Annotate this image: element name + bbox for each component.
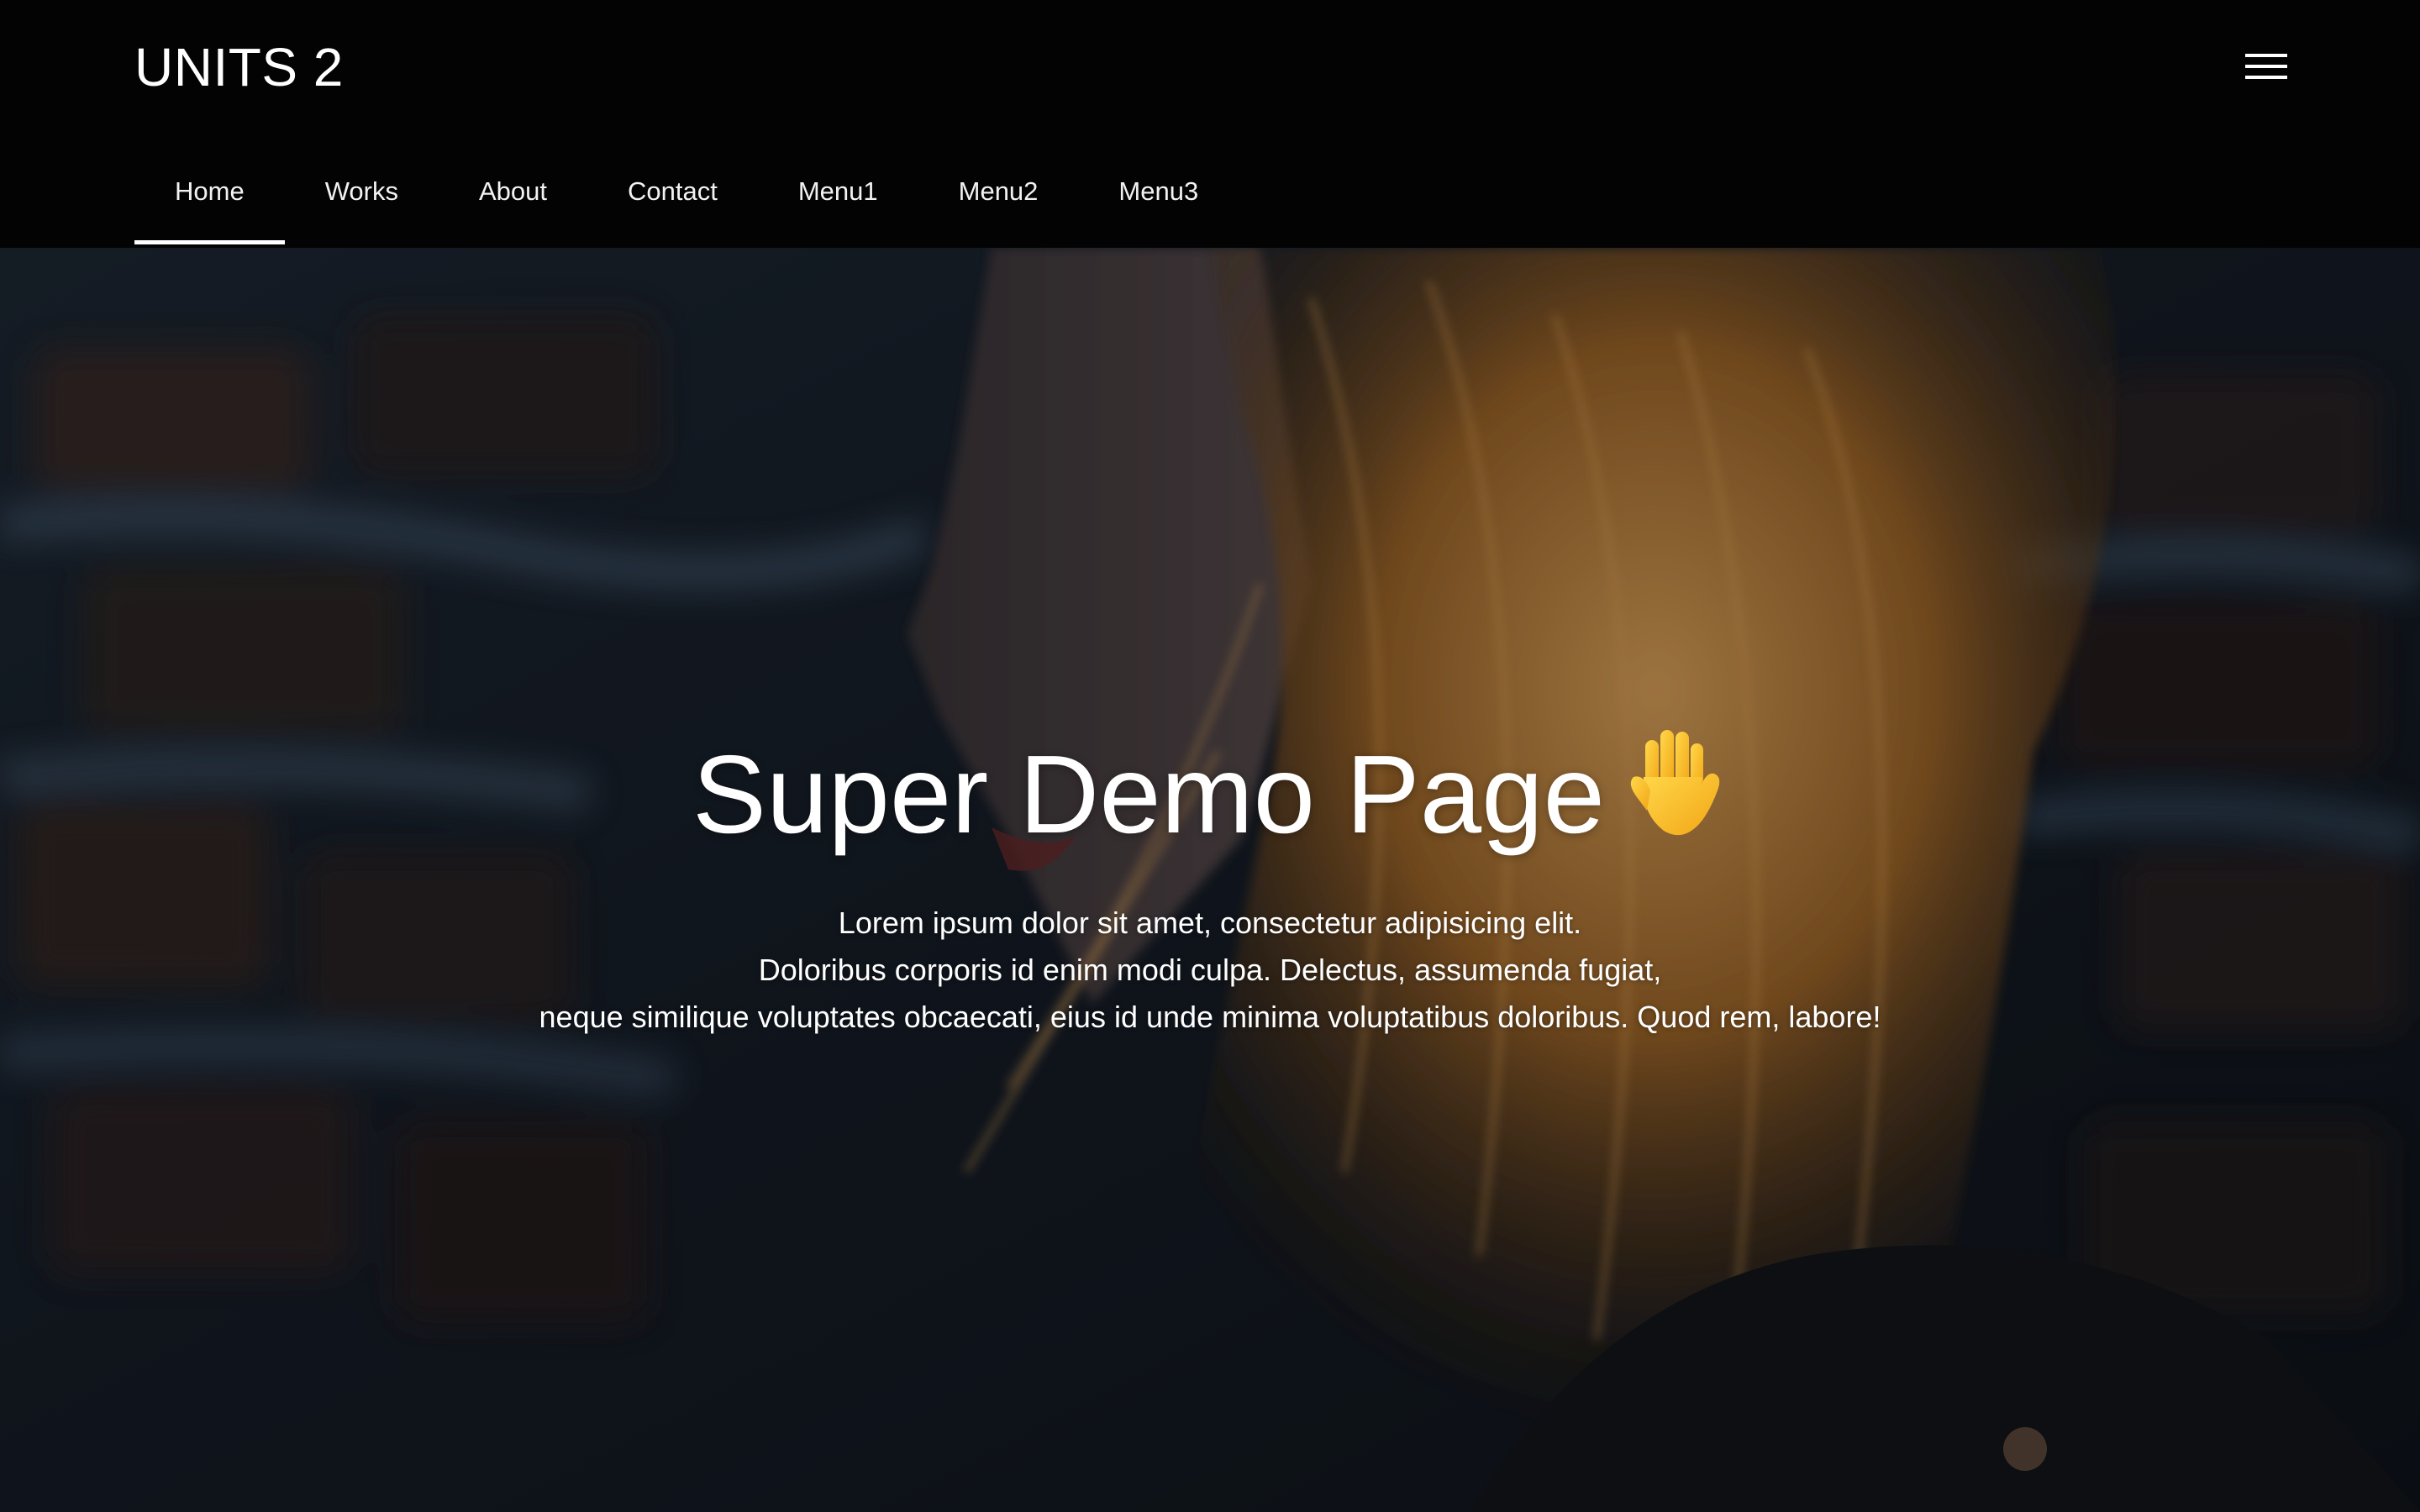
hero-content: Super Demo Page Lorem ipsum dolor sit am…	[0, 727, 2420, 1041]
nav-item-menu3[interactable]: Menu3	[1078, 164, 1239, 219]
main-nav: Home Works About Contact Menu1 Menu2 Men…	[134, 164, 1239, 248]
hero-section: Super Demo Page Lorem ipsum dolor sit am…	[0, 248, 2420, 1512]
nav-item-menu2[interactable]: Menu2	[918, 164, 1079, 219]
hero-line-1: Lorem ipsum dolor sit amet, consectetur …	[838, 906, 1582, 940]
hero-title-text: Super Demo Page	[692, 732, 1605, 856]
hamburger-menu-icon[interactable]	[2245, 54, 2287, 81]
hero-line-2: Doloribus corporis id enim modi culpa. D…	[758, 953, 1662, 987]
nav-item-about[interactable]: About	[439, 164, 587, 219]
hero-title: Super Demo Page	[0, 727, 2420, 862]
raised-hand-icon	[1630, 730, 1720, 836]
nav-item-works[interactable]: Works	[285, 164, 439, 219]
nav-item-home[interactable]: Home	[134, 164, 285, 244]
nav-item-menu1[interactable]: Menu1	[758, 164, 918, 219]
nav-item-contact[interactable]: Contact	[587, 164, 758, 219]
hero-line-3: neque similique voluptates obcaecati, ei…	[539, 1000, 1881, 1034]
site-header: UNITS 2 Home Works About Contact Menu1 M…	[0, 0, 2420, 248]
hero-description: Lorem ipsum dolor sit amet, consectetur …	[0, 900, 2420, 1041]
page: UNITS 2 Home Works About Contact Menu1 M…	[0, 0, 2420, 1512]
site-logo[interactable]: UNITS 2	[134, 34, 344, 101]
